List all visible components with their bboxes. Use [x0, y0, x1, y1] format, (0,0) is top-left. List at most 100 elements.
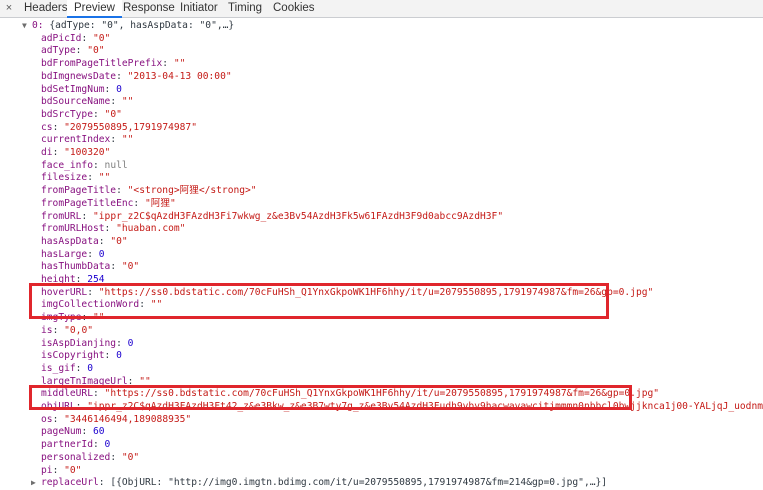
property-row[interactable]: bdSrcType: "0": [41, 109, 122, 122]
property-value: "0": [64, 464, 82, 476]
property-key: cs: [41, 121, 53, 133]
property-row[interactable]: os: "3446146494,189088935": [41, 414, 191, 427]
key-separator: :: [81, 210, 93, 222]
property-value: "0": [121, 451, 140, 463]
property-value: "0": [104, 108, 122, 120]
key-separator: :: [104, 223, 117, 235]
property-key: is_gif: [41, 362, 76, 374]
key-separator: :: [87, 172, 99, 184]
property-row[interactable]: hasAspData: "0": [41, 236, 128, 249]
property-row[interactable]: isCopyright: 0: [41, 350, 122, 363]
key-separator: :: [92, 108, 105, 120]
key-separator: :: [52, 413, 65, 425]
tab-cookies[interactable]: Cookies: [273, 0, 315, 17]
property-row[interactable]: pi: "0": [41, 465, 81, 478]
property-row[interactable]: personalized: "0": [41, 452, 139, 465]
property-value: "3446146494,189088935": [64, 413, 192, 425]
property-row[interactable]: fromURL: "ippr_z2C$qAzdH3FAzdH3Fi7wkwg_z…: [41, 211, 503, 224]
root-index: 0:: [32, 20, 44, 31]
property-value: 0: [104, 439, 111, 451]
key-separator: :: [110, 96, 122, 108]
property-key: fromPageTitleEnc: [41, 197, 134, 209]
key-separator: :: [52, 464, 65, 476]
tab-response[interactable]: Response: [123, 0, 175, 17]
property-value: "0": [87, 45, 105, 57]
property-preview: [{ObjURL: "http://img0.imgtn.bdimg.com/i…: [110, 477, 608, 489]
close-icon[interactable]: ×: [2, 0, 16, 17]
key-separator: :: [92, 439, 105, 451]
property-key: os: [41, 413, 53, 425]
property-key: bdSrcType: [41, 108, 93, 120]
key-separator: :: [104, 350, 117, 362]
root-object-row[interactable]: ▼ 0: {adType: "0", hasAspData: "0",…}: [22, 20, 234, 33]
key-separator: :: [116, 70, 128, 82]
tab-headers[interactable]: Headers: [24, 0, 67, 17]
property-key: fromURL: [41, 210, 82, 222]
property-value: "ippr_z2C$qAzdH3FAzdH3Fi7wkwg_z&e3Bv54Az…: [93, 210, 504, 222]
property-key: pageNum: [41, 426, 82, 438]
property-value: "": [98, 172, 111, 184]
key-separator: :: [104, 83, 117, 95]
property-row[interactable]: is: "0,0": [41, 325, 93, 338]
tab-timing[interactable]: Timing: [228, 0, 262, 17]
key-separator: :: [87, 248, 99, 260]
key-separator: :: [98, 235, 111, 247]
property-key: di: [41, 147, 53, 158]
key-separator: :: [75, 45, 88, 57]
property-key: adType: [41, 45, 76, 57]
property-row[interactable]: hasThumbData: "0": [41, 261, 139, 274]
property-row[interactable]: fromURLHost: "huaban.com": [41, 223, 185, 236]
key-separator: :: [81, 32, 93, 44]
property-key: isAspDianjing: [41, 337, 117, 349]
property-value: "100320": [64, 147, 111, 158]
property-row[interactable]: bdSetImgNum: 0: [41, 84, 122, 97]
key-separator: :: [110, 451, 122, 463]
property-key: adPicId: [41, 32, 82, 44]
expand-arrow-icon[interactable]: ▼: [22, 20, 32, 33]
property-key: bdSourceName: [41, 96, 111, 108]
key-separator: :: [110, 261, 122, 273]
property-value: 0: [116, 350, 122, 362]
property-key: replaceUrl: [41, 477, 99, 489]
json-preview-tree: ▼ 0: {adType: "0", hasAspData: "0",…} adP…: [0, 18, 763, 488]
property-row[interactable]: bdImgnewsDate: "2013-04-13 00:00": [41, 71, 232, 84]
property-row[interactable]: di: "100320": [41, 147, 110, 160]
property-row[interactable]: is_gif: 0: [41, 363, 93, 376]
property-key: hasLarge: [41, 248, 88, 260]
key-separator: :: [110, 134, 122, 146]
property-row[interactable]: cs: "2079550895,1791974987": [41, 122, 197, 135]
tab-preview[interactable]: Preview: [67, 0, 122, 18]
property-key: pi: [41, 464, 53, 476]
property-row[interactable]: filesize: "": [41, 172, 110, 185]
key-separator: :: [116, 337, 128, 349]
key-separator: :: [52, 121, 65, 133]
tab-initiator[interactable]: Initiator: [180, 0, 218, 17]
property-value: "0": [110, 235, 128, 247]
property-row[interactable]: partnerId: 0: [41, 439, 110, 452]
property-row[interactable]: pageNum: 60: [41, 426, 105, 439]
property-key: bdImgnewsDate: [41, 70, 117, 82]
property-value: 0: [127, 337, 134, 349]
property-value: "": [173, 58, 186, 70]
key-separator: :: [133, 197, 145, 209]
property-row[interactable]: fromPageTitle: "<strong>阿狸</strong>": [41, 185, 257, 198]
property-row[interactable]: bdFromPageTitlePrefix: "": [41, 58, 185, 71]
property-key: bdSetImgNum: [41, 83, 105, 95]
property-row[interactable]: bdSourceName: "": [41, 96, 133, 109]
property-row[interactable]: isAspDianjing: 0: [41, 338, 133, 351]
key-separator: :: [52, 324, 65, 336]
property-row[interactable]: face_info: null: [41, 160, 128, 173]
property-row[interactable]: hasLarge: 0: [41, 249, 105, 262]
property-key: hasAspData: [41, 235, 99, 247]
property-row[interactable]: fromPageTitleEnc: "阿狸": [41, 198, 176, 211]
property-row[interactable]: adPicId: "0": [41, 33, 110, 46]
property-row[interactable]: currentIndex: "": [41, 134, 133, 147]
property-key: partnerId: [41, 439, 93, 451]
property-value: "": [121, 134, 134, 146]
key-separator: :: [81, 426, 93, 438]
key-separator: :: [116, 185, 128, 197]
property-value: "2013-04-13 00:00": [127, 70, 232, 82]
property-row[interactable]: adType: "0": [41, 45, 105, 58]
property-key: face_info: [41, 159, 93, 171]
property-value: null: [104, 159, 128, 171]
